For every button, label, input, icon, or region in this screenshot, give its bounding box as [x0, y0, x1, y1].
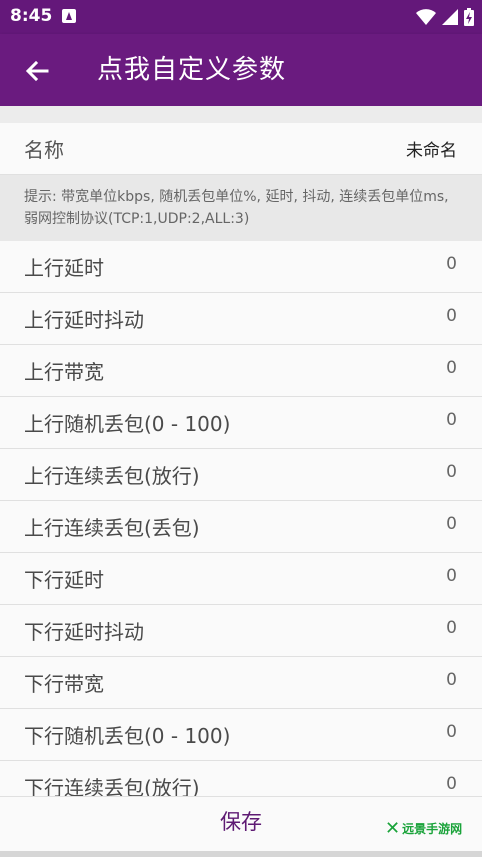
- page-title: 点我自定义参数: [97, 55, 287, 85]
- param-value: 0: [446, 358, 457, 378]
- param-label: 下行随机丢包(0 - 100): [24, 724, 231, 748]
- param-value: 0: [446, 462, 457, 482]
- param-row[interactable]: 上行连续丢包(放行) 0: [0, 449, 482, 501]
- param-value: 0: [446, 722, 457, 742]
- param-label: 上行延时抖动: [24, 308, 144, 332]
- param-value: 0: [446, 514, 457, 534]
- watermark-text: 远景手游网: [402, 822, 463, 836]
- param-label: 上行延时: [24, 256, 104, 280]
- param-label: 上行带宽: [24, 360, 104, 384]
- list-top-spacer: [0, 106, 482, 123]
- tip-text: 提示: 带宽单位kbps, 随机丢包单位%, 延时, 抖动, 连续丢包单位ms,…: [0, 175, 482, 241]
- param-row[interactable]: 上行延时抖动 0: [0, 293, 482, 345]
- param-value: 0: [446, 774, 457, 794]
- param-label: 下行带宽: [24, 672, 104, 696]
- name-label: 名称: [24, 138, 64, 162]
- param-label: 上行连续丢包(丢包): [24, 516, 200, 540]
- param-row[interactable]: 下行延时抖动 0: [0, 605, 482, 657]
- name-row[interactable]: 名称 未命名: [0, 123, 482, 175]
- param-row[interactable]: 上行连续丢包(丢包) 0: [0, 501, 482, 553]
- param-label: 下行连续丢包(放行): [24, 776, 200, 796]
- param-row[interactable]: 下行延时 0: [0, 553, 482, 605]
- status-icons: [416, 8, 474, 26]
- name-value: 未命名: [406, 141, 457, 161]
- status-bar: 8:45: [0, 0, 482, 34]
- param-row[interactable]: 上行带宽 0: [0, 345, 482, 397]
- param-row[interactable]: 下行连续丢包(放行) 0: [0, 761, 482, 796]
- param-value: 0: [446, 306, 457, 326]
- app-toolbar: 点我自定义参数: [0, 34, 482, 106]
- param-value: 0: [446, 566, 457, 586]
- param-row[interactable]: 上行延时 0: [0, 241, 482, 293]
- wifi-icon: [416, 9, 436, 25]
- battery-charging-icon: [464, 8, 474, 26]
- param-row[interactable]: 下行随机丢包(0 - 100) 0: [0, 709, 482, 761]
- param-label: 上行连续丢包(放行): [24, 464, 200, 488]
- arrow-left-icon[interactable]: [22, 56, 52, 86]
- signal-icon: [442, 9, 458, 25]
- system-nav-bar: [0, 851, 482, 857]
- param-value: 0: [446, 670, 457, 690]
- param-label: 上行随机丢包(0 - 100): [24, 412, 231, 436]
- param-value: 0: [446, 254, 457, 274]
- param-row[interactable]: 下行带宽 0: [0, 657, 482, 709]
- param-value: 0: [446, 410, 457, 430]
- param-label: 下行延时: [24, 568, 104, 592]
- settings-list[interactable]: 名称 未命名 提示: 带宽单位kbps, 随机丢包单位%, 延时, 抖动, 连续…: [0, 106, 482, 796]
- param-label: 下行延时抖动: [24, 620, 144, 644]
- watermark: ✕ 远景手游网: [385, 818, 462, 839]
- watermark-logo-icon: ✕: [385, 818, 401, 839]
- param-row[interactable]: 上行随机丢包(0 - 100) 0: [0, 397, 482, 449]
- text-a-icon: [62, 9, 76, 23]
- status-time: 8:45: [10, 6, 53, 26]
- param-value: 0: [446, 618, 457, 638]
